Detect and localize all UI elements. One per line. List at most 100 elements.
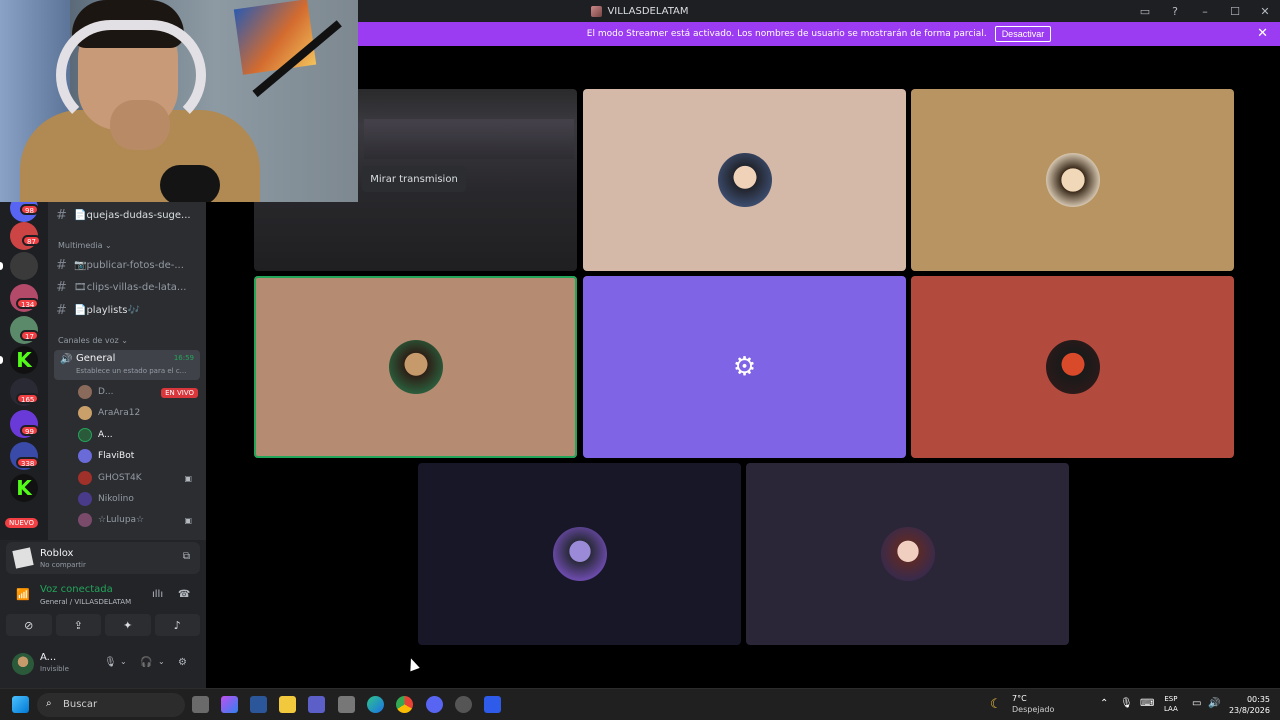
avatar[interactable] xyxy=(12,653,34,675)
hash-icon: # xyxy=(56,302,67,318)
voice-connected-label[interactable]: Voz conectada xyxy=(40,584,113,595)
channel-label: 📷publicar-fotos-de-... xyxy=(74,259,184,271)
voice-user[interactable]: ☆Lulupa☆ ▣ xyxy=(78,510,202,530)
channel-quejas[interactable]: # 📄quejas-dudas-suge... xyxy=(56,205,202,225)
roblox-icon xyxy=(12,547,34,569)
soundboard-button[interactable]: ♪ xyxy=(154,614,200,636)
server-icon-3[interactable] xyxy=(10,252,38,280)
streamer-mode-banner: El modo Streamer está activado. Los nomb… xyxy=(358,22,1280,46)
watch-stream-button[interactable]: Mirar transmision xyxy=(362,166,466,192)
stream-game-icon[interactable]: ⧉ xyxy=(183,551,190,562)
clock-date: 23/8/2026 xyxy=(1228,706,1270,715)
voice-channel-status[interactable]: Establece un estado para el c... xyxy=(76,367,186,375)
volume-icon[interactable]: 🔊 xyxy=(1208,698,1220,709)
voice-connected-channel[interactable]: General / VILLASDELATAM xyxy=(40,598,131,606)
voice-user[interactable]: Nikolino xyxy=(78,489,202,509)
chevron-up-icon[interactable]: ⌃ xyxy=(1100,698,1108,709)
microphone-tray-icon[interactable]: 🎙 xyxy=(1120,698,1133,709)
windows-taskbar: ⌕ Buscar ☾ 7°C Despejado ⌃ 🎙 ⌨ ESP LAA ▭… xyxy=(0,688,1280,720)
maximize-button[interactable]: ☐ xyxy=(1228,5,1242,18)
voice-user[interactable]: FlaviBot xyxy=(78,446,202,466)
participant-tile[interactable] xyxy=(746,463,1069,645)
server-badge: 165 xyxy=(16,393,40,404)
new-badge[interactable]: NUEVO xyxy=(5,518,38,528)
file-explorer-icon[interactable] xyxy=(279,696,296,713)
close-banner-icon[interactable]: ✕ xyxy=(1257,26,1268,41)
voice-channel-name: General xyxy=(76,353,116,364)
unread-pill xyxy=(0,356,3,364)
search-icon: ⌕ xyxy=(46,698,52,709)
avatar xyxy=(1045,153,1100,207)
user-name[interactable]: A... xyxy=(40,652,56,663)
close-window-button[interactable]: ✕ xyxy=(1258,5,1272,18)
channel-sidebar: # 📄quejas-dudas-suge... Multimedia ⌄ # 📷… xyxy=(48,202,206,540)
voice-user[interactable]: A... xyxy=(78,425,202,445)
channel-label: 📄playlists🎶 xyxy=(74,304,140,316)
channel-publicar-fotos[interactable]: # 📷publicar-fotos-de-... xyxy=(56,255,202,275)
participant-tile[interactable] xyxy=(911,89,1234,271)
activities-icon: ✦ xyxy=(123,618,133,632)
noise-suppression-icon[interactable]: ıllı xyxy=(152,589,163,600)
participant-tile[interactable] xyxy=(583,89,906,271)
channel-playlists[interactable]: # 📄playlists🎶 xyxy=(56,300,202,320)
deactivate-button[interactable]: Desactivar xyxy=(994,26,1052,42)
chrome-icon[interactable] xyxy=(396,696,413,713)
live-badge: EN VIVO xyxy=(161,388,198,398)
language-indicator[interactable]: ESP LAA xyxy=(1164,694,1178,714)
server-icon-kick-2[interactable]: K xyxy=(10,474,38,502)
signal-icon[interactable]: 📶 xyxy=(16,588,30,601)
teams-icon[interactable] xyxy=(308,696,325,713)
avatar xyxy=(880,527,935,581)
webcam-overlay xyxy=(0,0,358,202)
headphones-icon[interactable]: 🎧 xyxy=(140,657,152,668)
banner-message: El modo Streamer está activado. Los nomb… xyxy=(586,29,987,39)
start-menu-icon[interactable] xyxy=(12,696,29,713)
chevron-down-icon[interactable]: ⌄ xyxy=(158,657,165,666)
webcam-poster xyxy=(233,0,317,75)
voice-user[interactable]: AraAra12 xyxy=(78,403,202,423)
hash-icon: # xyxy=(56,207,67,223)
window-title: VILLASDELATAM xyxy=(591,5,689,17)
keyboard-icon[interactable]: ⌨ xyxy=(1140,698,1154,709)
camera-icon[interactable] xyxy=(338,696,355,713)
copilot-icon[interactable] xyxy=(221,696,238,713)
channel-clips[interactable]: # 🎞clips-villas-de-lata... xyxy=(56,277,202,297)
task-view-icon[interactable] xyxy=(192,696,209,713)
participant-tile[interactable] xyxy=(418,463,741,645)
discord-icon[interactable] xyxy=(426,696,443,713)
server-badge: 87 xyxy=(22,235,41,246)
participant-tile[interactable] xyxy=(911,276,1234,458)
screen-share-button[interactable]: ⇪ xyxy=(55,614,101,636)
server-icon-kick[interactable]: K xyxy=(10,346,38,374)
camera-off-button[interactable]: ⊘ xyxy=(6,614,52,636)
chevron-down-icon[interactable]: ⌄ xyxy=(120,657,127,666)
activities-button[interactable]: ✦ xyxy=(105,614,151,636)
help-icon[interactable]: ? xyxy=(1168,5,1182,18)
window-title-text: VILLASDELATAM xyxy=(607,5,689,17)
participant-tile-bot[interactable]: ⚙ xyxy=(583,276,906,458)
inbox-icon[interactable]: ▭ xyxy=(1138,5,1152,18)
obs-icon[interactable] xyxy=(455,696,472,713)
network-icon[interactable]: ▭ xyxy=(1192,698,1201,709)
participant-tile-speaking[interactable] xyxy=(254,276,577,458)
disconnect-icon[interactable]: ☎ xyxy=(178,589,190,600)
microphone-icon[interactable]: 🎙 xyxy=(104,657,117,668)
game-share-status: No compartir xyxy=(40,561,86,569)
category-voice[interactable]: Canales de voz ⌄ xyxy=(58,336,128,345)
roblox-app-icon[interactable] xyxy=(484,696,501,713)
moon-icon: ☾ xyxy=(990,697,1002,712)
voice-user[interactable]: GHOST4K ▣ xyxy=(78,468,202,488)
voice-channel-general[interactable]: 🔊 General 16:59 Establece un estado para… xyxy=(54,350,200,380)
avatar xyxy=(78,492,92,506)
taskbar-search[interactable]: ⌕ Buscar xyxy=(37,693,185,717)
settings-gear-icon[interactable]: ⚙ xyxy=(178,657,187,668)
category-multimedia[interactable]: Multimedia ⌄ xyxy=(58,241,112,250)
word-icon[interactable] xyxy=(250,696,267,713)
clock-time: 00:35 xyxy=(1246,695,1270,704)
screen-share-icon: ⇪ xyxy=(73,618,83,632)
server-badge: 17 xyxy=(20,330,39,341)
avatar xyxy=(78,428,92,442)
minimize-button[interactable]: – xyxy=(1198,5,1212,18)
clock[interactable]: 00:35 23/8/2026 xyxy=(1226,694,1270,716)
edge-icon[interactable] xyxy=(367,696,384,713)
